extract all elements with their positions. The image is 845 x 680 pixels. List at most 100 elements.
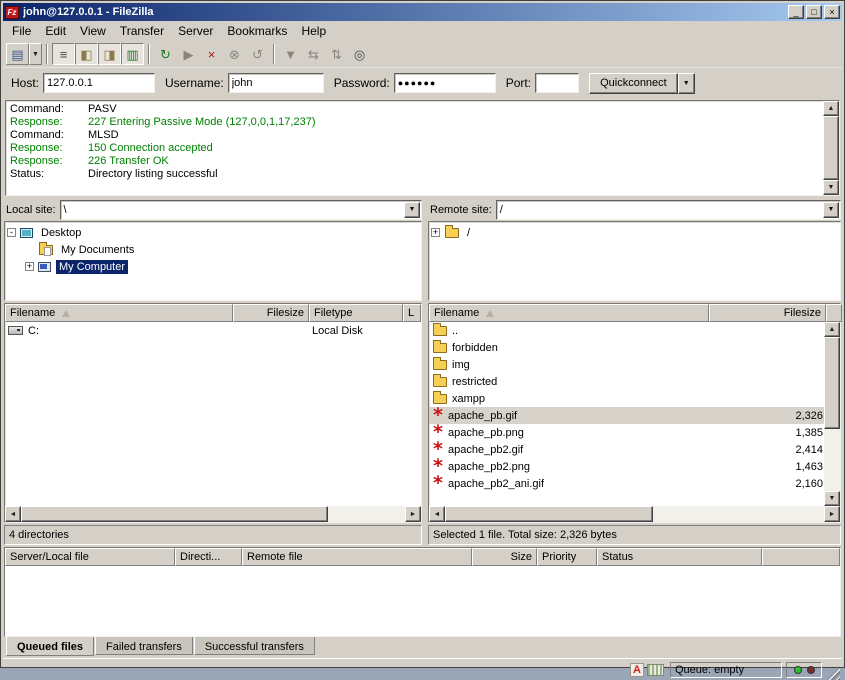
close-button[interactable]: ×: [824, 5, 840, 19]
refresh-button[interactable]: ↻: [154, 43, 177, 65]
local-horizontal-scrollbar[interactable]: ◄ ►: [5, 506, 421, 522]
scroll-up-button[interactable]: ▲: [824, 322, 840, 337]
site-manager-dropdown-button[interactable]: ▼: [29, 43, 42, 65]
menu-file[interactable]: File: [5, 22, 38, 40]
column-header-filesize[interactable]: Filesize: [709, 304, 826, 322]
column-header-filename[interactable]: Filename: [5, 304, 233, 322]
column-header-filesize[interactable]: Filesize: [233, 304, 309, 322]
menu-transfer[interactable]: Transfer: [113, 22, 171, 40]
scroll-track[interactable]: [21, 506, 405, 522]
remote-horizontal-scrollbar[interactable]: ◄ ►: [429, 506, 840, 522]
column-header-size[interactable]: Size: [472, 548, 537, 566]
remote-rows[interactable]: .. forbidden img restricted: [429, 322, 824, 506]
sync-browsing-button[interactable]: ⇅: [325, 43, 348, 65]
file-row-selected[interactable]: apache_pb.gif 2,326: [429, 407, 824, 424]
scroll-track[interactable]: [823, 116, 839, 180]
remote-site-combo[interactable]: / ▼: [496, 200, 841, 220]
username-input[interactable]: [228, 73, 324, 93]
scroll-thumb[interactable]: [823, 116, 839, 180]
scroll-thumb[interactable]: [21, 506, 328, 522]
scroll-thumb[interactable]: [445, 506, 653, 522]
local-rows[interactable]: C: Local Disk: [5, 322, 421, 506]
file-row[interactable]: C: Local Disk: [5, 322, 421, 339]
remote-site-value: /: [500, 204, 823, 216]
column-header-priority[interactable]: Priority: [537, 548, 597, 566]
combo-dropdown-button[interactable]: ▼: [404, 202, 420, 218]
file-name: apache_pb2.png: [448, 461, 530, 473]
column-header-remote-file[interactable]: Remote file: [242, 548, 472, 566]
reconnect-button[interactable]: ↺: [246, 43, 269, 65]
compare-button[interactable]: ⇆: [302, 43, 325, 65]
toggle-queue-button[interactable]: ▥: [121, 43, 144, 65]
column-header-status[interactable]: Status: [597, 548, 762, 566]
column-header-direction[interactable]: Directi...: [175, 548, 242, 566]
file-row[interactable]: apache_pb2.gif 2,414: [429, 441, 824, 458]
file-row[interactable]: apache_pb.png 1,385: [429, 424, 824, 441]
file-row[interactable]: img: [429, 356, 824, 373]
host-input[interactable]: [43, 73, 155, 93]
quickconnect-button[interactable]: Quickconnect: [589, 73, 678, 94]
file-row[interactable]: apache_pb2_ani.gif 2,160: [429, 475, 824, 492]
column-header-lastmodified[interactable]: L: [403, 304, 421, 322]
file-row[interactable]: apache_pb2.png 1,463: [429, 458, 824, 475]
scroll-thumb[interactable]: [824, 337, 840, 429]
expander-icon[interactable]: +: [25, 262, 34, 271]
file-row[interactable]: forbidden: [429, 339, 824, 356]
toggle-local-tree-button[interactable]: ◧: [75, 43, 98, 65]
quickconnect-dropdown-button[interactable]: ▼: [678, 73, 695, 94]
tab-successful-transfers[interactable]: Successful transfers: [194, 637, 315, 655]
filter-button[interactable]: ▼: [279, 43, 302, 65]
menu-help[interactable]: Help: [294, 22, 333, 40]
column-label: Directi...: [180, 551, 220, 563]
site-manager-button[interactable]: ▤: [6, 43, 29, 65]
disconnect-button[interactable]: ⊗: [223, 43, 246, 65]
remote-vertical-scrollbar[interactable]: ▲ ▼: [824, 322, 840, 506]
maximize-button[interactable]: □: [806, 5, 822, 19]
scroll-right-button[interactable]: ►: [405, 506, 421, 522]
menu-view[interactable]: View: [73, 22, 113, 40]
local-status-bar: 4 directories: [4, 525, 422, 545]
port-input[interactable]: [535, 73, 579, 93]
combo-dropdown-button[interactable]: ▼: [823, 202, 839, 218]
menu-bookmarks[interactable]: Bookmarks: [220, 22, 294, 40]
minimize-button[interactable]: _: [788, 5, 804, 19]
tree-item-my-computer[interactable]: + My Computer: [7, 258, 421, 275]
find-button[interactable]: ◎: [348, 43, 371, 65]
expander-icon[interactable]: +: [431, 228, 440, 237]
column-header-filetype[interactable]: Filetype: [309, 304, 403, 322]
scroll-track[interactable]: [445, 506, 824, 522]
column-header-server-local-file[interactable]: Server/Local file: [5, 548, 175, 566]
scroll-track[interactable]: [824, 337, 840, 491]
scroll-up-button[interactable]: ▲: [823, 101, 839, 116]
tree-item-root[interactable]: + /: [431, 224, 840, 241]
toggle-message-log-button[interactable]: ≡: [52, 43, 75, 65]
file-row[interactable]: xampp: [429, 390, 824, 407]
file-row[interactable]: restricted: [429, 373, 824, 390]
scroll-right-button[interactable]: ►: [824, 506, 840, 522]
scroll-down-button[interactable]: ▼: [824, 491, 840, 506]
password-input[interactable]: [394, 73, 496, 93]
scroll-left-button[interactable]: ◄: [429, 506, 445, 522]
process-queue-button[interactable]: ▶: [177, 43, 200, 65]
tab-failed-transfers[interactable]: Failed transfers: [95, 637, 193, 655]
queue-list-body[interactable]: [5, 566, 840, 636]
scroll-down-button[interactable]: ▼: [823, 180, 839, 195]
sync-browsing-icon: ⇅: [331, 48, 342, 61]
message-log: Command: PASV Response: 227 Entering Pas…: [5, 100, 840, 196]
queue-status-text: Queue: empty: [675, 664, 744, 676]
menu-edit[interactable]: Edit: [38, 22, 73, 40]
log-scrollbar[interactable]: ▲ ▼: [823, 101, 839, 195]
expander-icon[interactable]: -: [7, 228, 16, 237]
column-header-filename[interactable]: Filename: [429, 304, 709, 322]
tab-queued-files[interactable]: Queued files: [6, 637, 94, 656]
menu-server[interactable]: Server: [171, 22, 220, 40]
scroll-left-button[interactable]: ◄: [5, 506, 21, 522]
tree-item-my-documents[interactable]: My Documents: [7, 241, 421, 258]
resize-grip[interactable]: [826, 666, 840, 680]
toggle-remote-tree-button[interactable]: ◨: [98, 43, 121, 65]
local-site-combo[interactable]: \ ▼: [60, 200, 422, 220]
file-row[interactable]: ..: [429, 322, 824, 339]
tree-item-desktop[interactable]: - Desktop: [7, 224, 421, 241]
cancel-button[interactable]: ×: [200, 43, 223, 65]
message-log-body[interactable]: Command: PASV Response: 227 Entering Pas…: [6, 101, 823, 195]
